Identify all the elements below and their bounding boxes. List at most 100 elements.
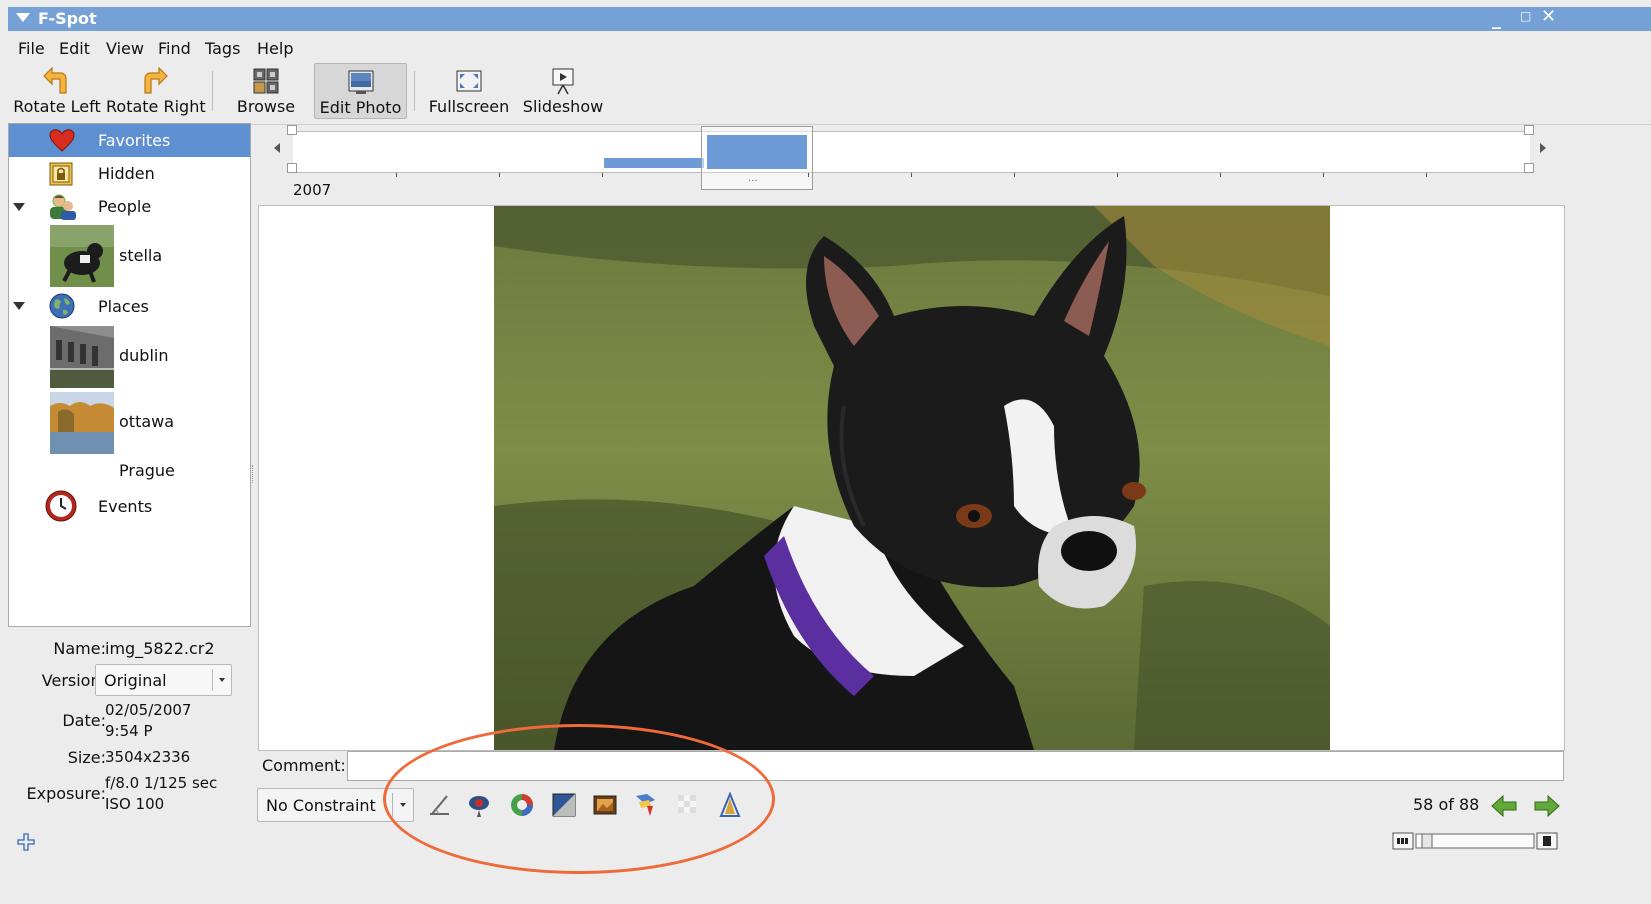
- rotate-right-icon: [144, 67, 168, 94]
- tag-prague[interactable]: Prague: [9, 456, 250, 488]
- timeline-tick: [602, 173, 603, 177]
- add-tag-icon[interactable]: [16, 832, 36, 852]
- timeline[interactable]: ... 2007: [258, 123, 1565, 203]
- timeline-range-handle[interactable]: [1524, 163, 1534, 173]
- size-label: Size:: [67, 748, 106, 767]
- close-icon[interactable]: ✕: [1541, 6, 1556, 27]
- zoom-slider[interactable]: [1392, 831, 1558, 851]
- info-panel: Name: img_5822.cr2 Version: Date: 02/05/…: [8, 630, 251, 830]
- tag-label: Favorites: [98, 131, 171, 150]
- title-bar: F-Spot _ □ ✕: [8, 6, 1651, 31]
- tag-label: Hidden: [98, 164, 155, 183]
- timeline-left-arrow-icon[interactable]: [274, 143, 280, 153]
- fullscreen-button[interactable]: Fullscreen: [428, 63, 510, 119]
- rotate-left-icon: [43, 67, 67, 94]
- timeline-tick: [1323, 173, 1324, 177]
- window-menu-icon[interactable]: [16, 13, 30, 22]
- menu-help[interactable]: Help: [257, 39, 293, 58]
- slideshow-label: Slideshow: [522, 97, 604, 116]
- toolbar-separator: [212, 71, 213, 111]
- time-value: 9:54 P: [105, 722, 153, 740]
- fullscreen-icon: [456, 70, 482, 92]
- timeline-tick: [1014, 173, 1015, 177]
- name-label: Name:: [53, 639, 106, 658]
- tag-label: stella: [119, 246, 163, 265]
- rotate-right-label: Rotate Right: [106, 97, 206, 116]
- maximize-icon[interactable]: □: [1520, 9, 1531, 23]
- toolbar: Rotate Left Rotate Right Browse Edit Pho…: [8, 63, 1651, 125]
- name-value: img_5822.cr2: [105, 639, 215, 658]
- tag-label: ottawa: [119, 412, 175, 431]
- edit-photo-icon: [348, 70, 373, 94]
- menu-find[interactable]: Find: [158, 39, 191, 58]
- tag-label: Prague: [119, 461, 175, 480]
- constraint-value: No Constraint: [266, 796, 376, 815]
- expander-icon[interactable]: [13, 302, 25, 310]
- next-photo-icon[interactable]: [1534, 795, 1560, 817]
- tag-stella[interactable]: stella: [9, 224, 250, 288]
- timeline-tick: [499, 173, 500, 177]
- glass-dots: ...: [748, 173, 758, 184]
- browse-label: Browse: [236, 97, 296, 116]
- menu-view[interactable]: View: [106, 39, 144, 58]
- date-value: 02/05/2007: [105, 701, 192, 719]
- menu-edit[interactable]: Edit: [59, 39, 90, 58]
- timeline-track[interactable]: [293, 131, 1530, 173]
- timeline-tick: [1426, 173, 1427, 177]
- timeline-glass[interactable]: ...: [701, 126, 813, 190]
- edit-photo-button[interactable]: Edit Photo: [314, 63, 407, 119]
- tag-people[interactable]: People: [9, 190, 250, 224]
- tag-ottawa[interactable]: ottawa: [9, 390, 250, 456]
- ottawa-thumbnail: [50, 392, 114, 454]
- timeline-tick: [1220, 173, 1221, 177]
- timeline-right-arrow-icon[interactable]: [1540, 143, 1546, 153]
- window-title: F-Spot: [38, 9, 97, 28]
- timeline-tick: [396, 173, 397, 177]
- tag-label: Events: [98, 497, 153, 516]
- timeline-year-label: 2007: [293, 181, 332, 199]
- minimize-icon[interactable]: _: [1492, 9, 1501, 30]
- comment-label: Comment:: [262, 756, 346, 775]
- slideshow-button[interactable]: Slideshow: [522, 63, 604, 119]
- clock-icon: [45, 490, 77, 522]
- photo-image: [494, 206, 1330, 750]
- exposure-value: f/8.0 1/125 sec: [105, 774, 218, 792]
- rotate-left-button[interactable]: Rotate Left: [11, 63, 103, 119]
- dublin-thumbnail: [50, 326, 114, 388]
- iso-value: ISO 100: [105, 795, 165, 813]
- tag-places[interactable]: Places: [9, 288, 250, 324]
- menu-file[interactable]: File: [18, 39, 45, 58]
- stella-thumbnail: [50, 225, 114, 287]
- timeline-bar: [604, 158, 704, 168]
- size-value: 3504x2336: [105, 748, 191, 766]
- exposure-label: Exposure:: [26, 784, 106, 803]
- version-value: Original: [104, 671, 167, 690]
- slideshow-icon: [552, 68, 574, 95]
- timeline-range-handle[interactable]: [287, 125, 297, 135]
- date-label: Date:: [62, 711, 106, 730]
- tag-events[interactable]: Events: [9, 488, 250, 524]
- tag-hidden[interactable]: Hidden: [9, 157, 250, 190]
- browse-button[interactable]: Browse: [232, 63, 300, 119]
- expander-icon[interactable]: [13, 203, 25, 211]
- tag-label: People: [98, 197, 152, 216]
- rotate-right-button[interactable]: Rotate Right: [106, 63, 206, 119]
- previous-photo-icon[interactable]: [1491, 795, 1517, 817]
- menu-bar: File Edit View Find Tags Help: [8, 31, 1651, 63]
- rotate-left-label: Rotate Left: [13, 97, 101, 116]
- dropdown-divider: [212, 669, 213, 691]
- tag-tree: Favorites Hidden People stella Places du…: [8, 123, 251, 627]
- timeline-tick: [808, 173, 809, 177]
- pane-grip[interactable]: [252, 465, 255, 483]
- edit-photo-label: Edit Photo: [319, 98, 402, 117]
- highlight-ellipse: [383, 724, 775, 874]
- version-dropdown[interactable]: Original: [95, 664, 232, 696]
- timeline-range-handle[interactable]: [287, 163, 297, 173]
- tag-dublin[interactable]: dublin: [9, 324, 250, 390]
- people-icon: [50, 194, 76, 220]
- menu-tags[interactable]: Tags: [205, 39, 240, 58]
- photo-view[interactable]: [258, 205, 1565, 751]
- fullscreen-label: Fullscreen: [428, 97, 510, 116]
- tag-favorites[interactable]: Favorites: [9, 124, 250, 157]
- timeline-range-handle[interactable]: [1524, 125, 1534, 135]
